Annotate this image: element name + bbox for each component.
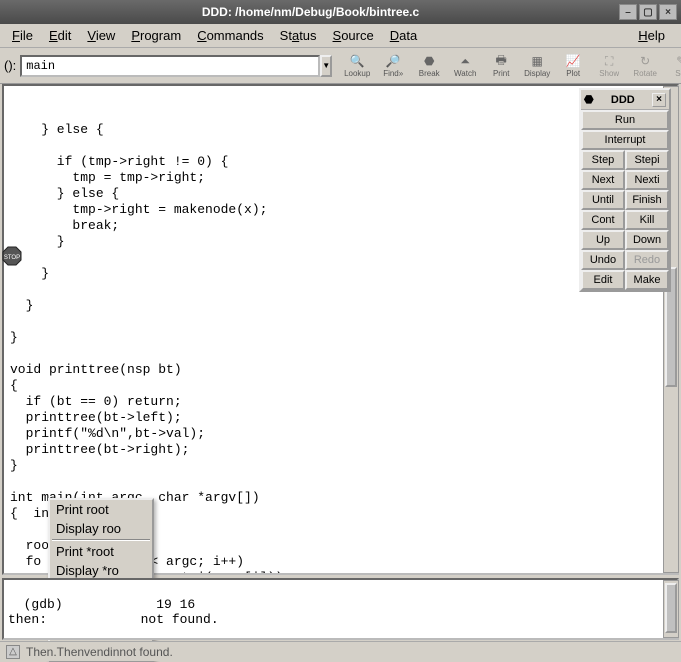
toolbar-rotate-button: ↻Rotate bbox=[628, 50, 662, 82]
window-titlebar: DDD: /home/nm/Debug/Book/bintree.c – ▢ × bbox=[0, 0, 681, 24]
break-icon: ⬣ bbox=[420, 53, 438, 69]
menu-commands[interactable]: Commands bbox=[191, 26, 269, 45]
cmd-step-button[interactable]: Step bbox=[581, 150, 625, 170]
cmd-cont-button[interactable]: Cont bbox=[581, 210, 625, 230]
menubar: File Edit View Program Commands Status S… bbox=[0, 24, 681, 48]
context-menu-item[interactable]: Print root bbox=[50, 500, 152, 519]
menu-status[interactable]: Status bbox=[274, 26, 323, 45]
stop-sign-icon: STOP bbox=[2, 246, 22, 266]
bug-icon: ⬣ bbox=[584, 93, 594, 106]
command-panel-title: DDD bbox=[611, 94, 635, 106]
cmd-up-button[interactable]: Up bbox=[581, 230, 625, 250]
show-icon: ⛶ bbox=[600, 53, 618, 69]
window-minimize-button[interactable]: – bbox=[619, 4, 637, 20]
menu-help[interactable]: Help bbox=[632, 26, 671, 45]
command-panel: ⬣ DDD × RunInterruptStepStepiNextNextiUn… bbox=[579, 88, 671, 292]
warning-icon: △ bbox=[6, 645, 20, 659]
set-icon: ✎ bbox=[672, 53, 681, 69]
cmd-undo-button[interactable]: Undo bbox=[581, 250, 625, 270]
toolbar: (): ▼ 🔍Lookup🔎Find»⬣Break⏶Watch🖶Print▦Di… bbox=[0, 48, 681, 84]
toolbar-button-label: Lookup bbox=[344, 69, 370, 78]
toolbar-button-label: Rotate bbox=[633, 69, 657, 78]
toolbar-set-button: ✎Set bbox=[664, 50, 681, 82]
cmd-run-button[interactable]: Run bbox=[581, 110, 669, 130]
cmd-until-button[interactable]: Until bbox=[581, 190, 625, 210]
context-menu-item[interactable]: Display roo bbox=[50, 519, 152, 538]
console-text[interactable]: (gdb) 19 16 then: not found. Breakp ert … bbox=[8, 597, 460, 640]
toolbar-button-label: Set bbox=[675, 69, 681, 78]
menu-file[interactable]: File bbox=[6, 26, 39, 45]
command-panel-close-button[interactable]: × bbox=[652, 93, 666, 107]
cmd-edit-button[interactable]: Edit bbox=[581, 270, 625, 290]
toolbar-find-button[interactable]: 🔎Find» bbox=[376, 50, 410, 82]
rotate-icon: ↻ bbox=[636, 53, 654, 69]
window-maximize-button[interactable]: ▢ bbox=[639, 4, 657, 20]
arg-prefix: (): bbox=[4, 58, 16, 73]
toolbar-button-label: Display bbox=[524, 69, 550, 78]
menu-source[interactable]: Source bbox=[327, 26, 380, 45]
toolbar-break-button[interactable]: ⬣Break bbox=[412, 50, 446, 82]
toolbar-button-label: Break bbox=[419, 69, 440, 78]
toolbar-display-button[interactable]: ▦Display bbox=[520, 50, 554, 82]
toolbar-button-label: Watch bbox=[454, 69, 476, 78]
argument-dropdown-button[interactable]: ▼ bbox=[320, 55, 332, 77]
cmd-redo-button: Redo bbox=[625, 250, 669, 270]
cmd-interrupt-button[interactable]: Interrupt bbox=[581, 130, 669, 150]
find-icon: 🔎 bbox=[384, 53, 402, 69]
menu-view[interactable]: View bbox=[81, 26, 121, 45]
console-scrollbar[interactable] bbox=[663, 580, 679, 638]
cmd-down-button[interactable]: Down bbox=[625, 230, 669, 250]
status-text: Then.Thenvendinnot found. bbox=[26, 645, 173, 659]
watch-icon: ⏶ bbox=[456, 53, 474, 69]
statusbar: △ Then.Thenvendinnot found. bbox=[0, 641, 681, 661]
toolbar-button-label: Show bbox=[599, 69, 619, 78]
cmd-next-button[interactable]: Next bbox=[581, 170, 625, 190]
cmd-nexti-button[interactable]: Nexti bbox=[625, 170, 669, 190]
window-title: DDD: /home/nm/Debug/Book/bintree.c bbox=[202, 5, 419, 19]
cmd-finish-button[interactable]: Finish bbox=[625, 190, 669, 210]
menu-program[interactable]: Program bbox=[125, 26, 187, 45]
gdb-console[interactable]: (gdb) 19 16 then: not found. Breakp ert … bbox=[2, 578, 679, 640]
toolbar-button-label: Plot bbox=[566, 69, 580, 78]
plot-icon: 📈 bbox=[564, 53, 582, 69]
cmd-stepi-button[interactable]: Stepi bbox=[625, 150, 669, 170]
argument-input[interactable] bbox=[20, 55, 320, 77]
toolbar-show-button: ⛶Show bbox=[592, 50, 626, 82]
toolbar-button-label: Find» bbox=[383, 69, 403, 78]
svg-text:STOP: STOP bbox=[4, 255, 20, 261]
toolbar-watch-button[interactable]: ⏶Watch bbox=[448, 50, 482, 82]
toolbar-print-button[interactable]: 🖶Print bbox=[484, 50, 518, 82]
toolbar-plot-button[interactable]: 📈Plot bbox=[556, 50, 590, 82]
menu-edit[interactable]: Edit bbox=[43, 26, 77, 45]
menu-data[interactable]: Data bbox=[384, 26, 423, 45]
toolbar-button-label: Print bbox=[493, 69, 509, 78]
context-menu-separator bbox=[52, 539, 150, 541]
cmd-kill-button[interactable]: Kill bbox=[625, 210, 669, 230]
display-icon: ▦ bbox=[528, 53, 546, 69]
print-icon: 🖶 bbox=[492, 53, 510, 69]
toolbar-lookup-button[interactable]: 🔍Lookup bbox=[340, 50, 374, 82]
context-menu-item[interactable]: Print *root bbox=[50, 542, 152, 561]
window-close-button[interactable]: × bbox=[659, 4, 677, 20]
lookup-icon: 🔍 bbox=[348, 53, 366, 69]
cmd-make-button[interactable]: Make bbox=[625, 270, 669, 290]
